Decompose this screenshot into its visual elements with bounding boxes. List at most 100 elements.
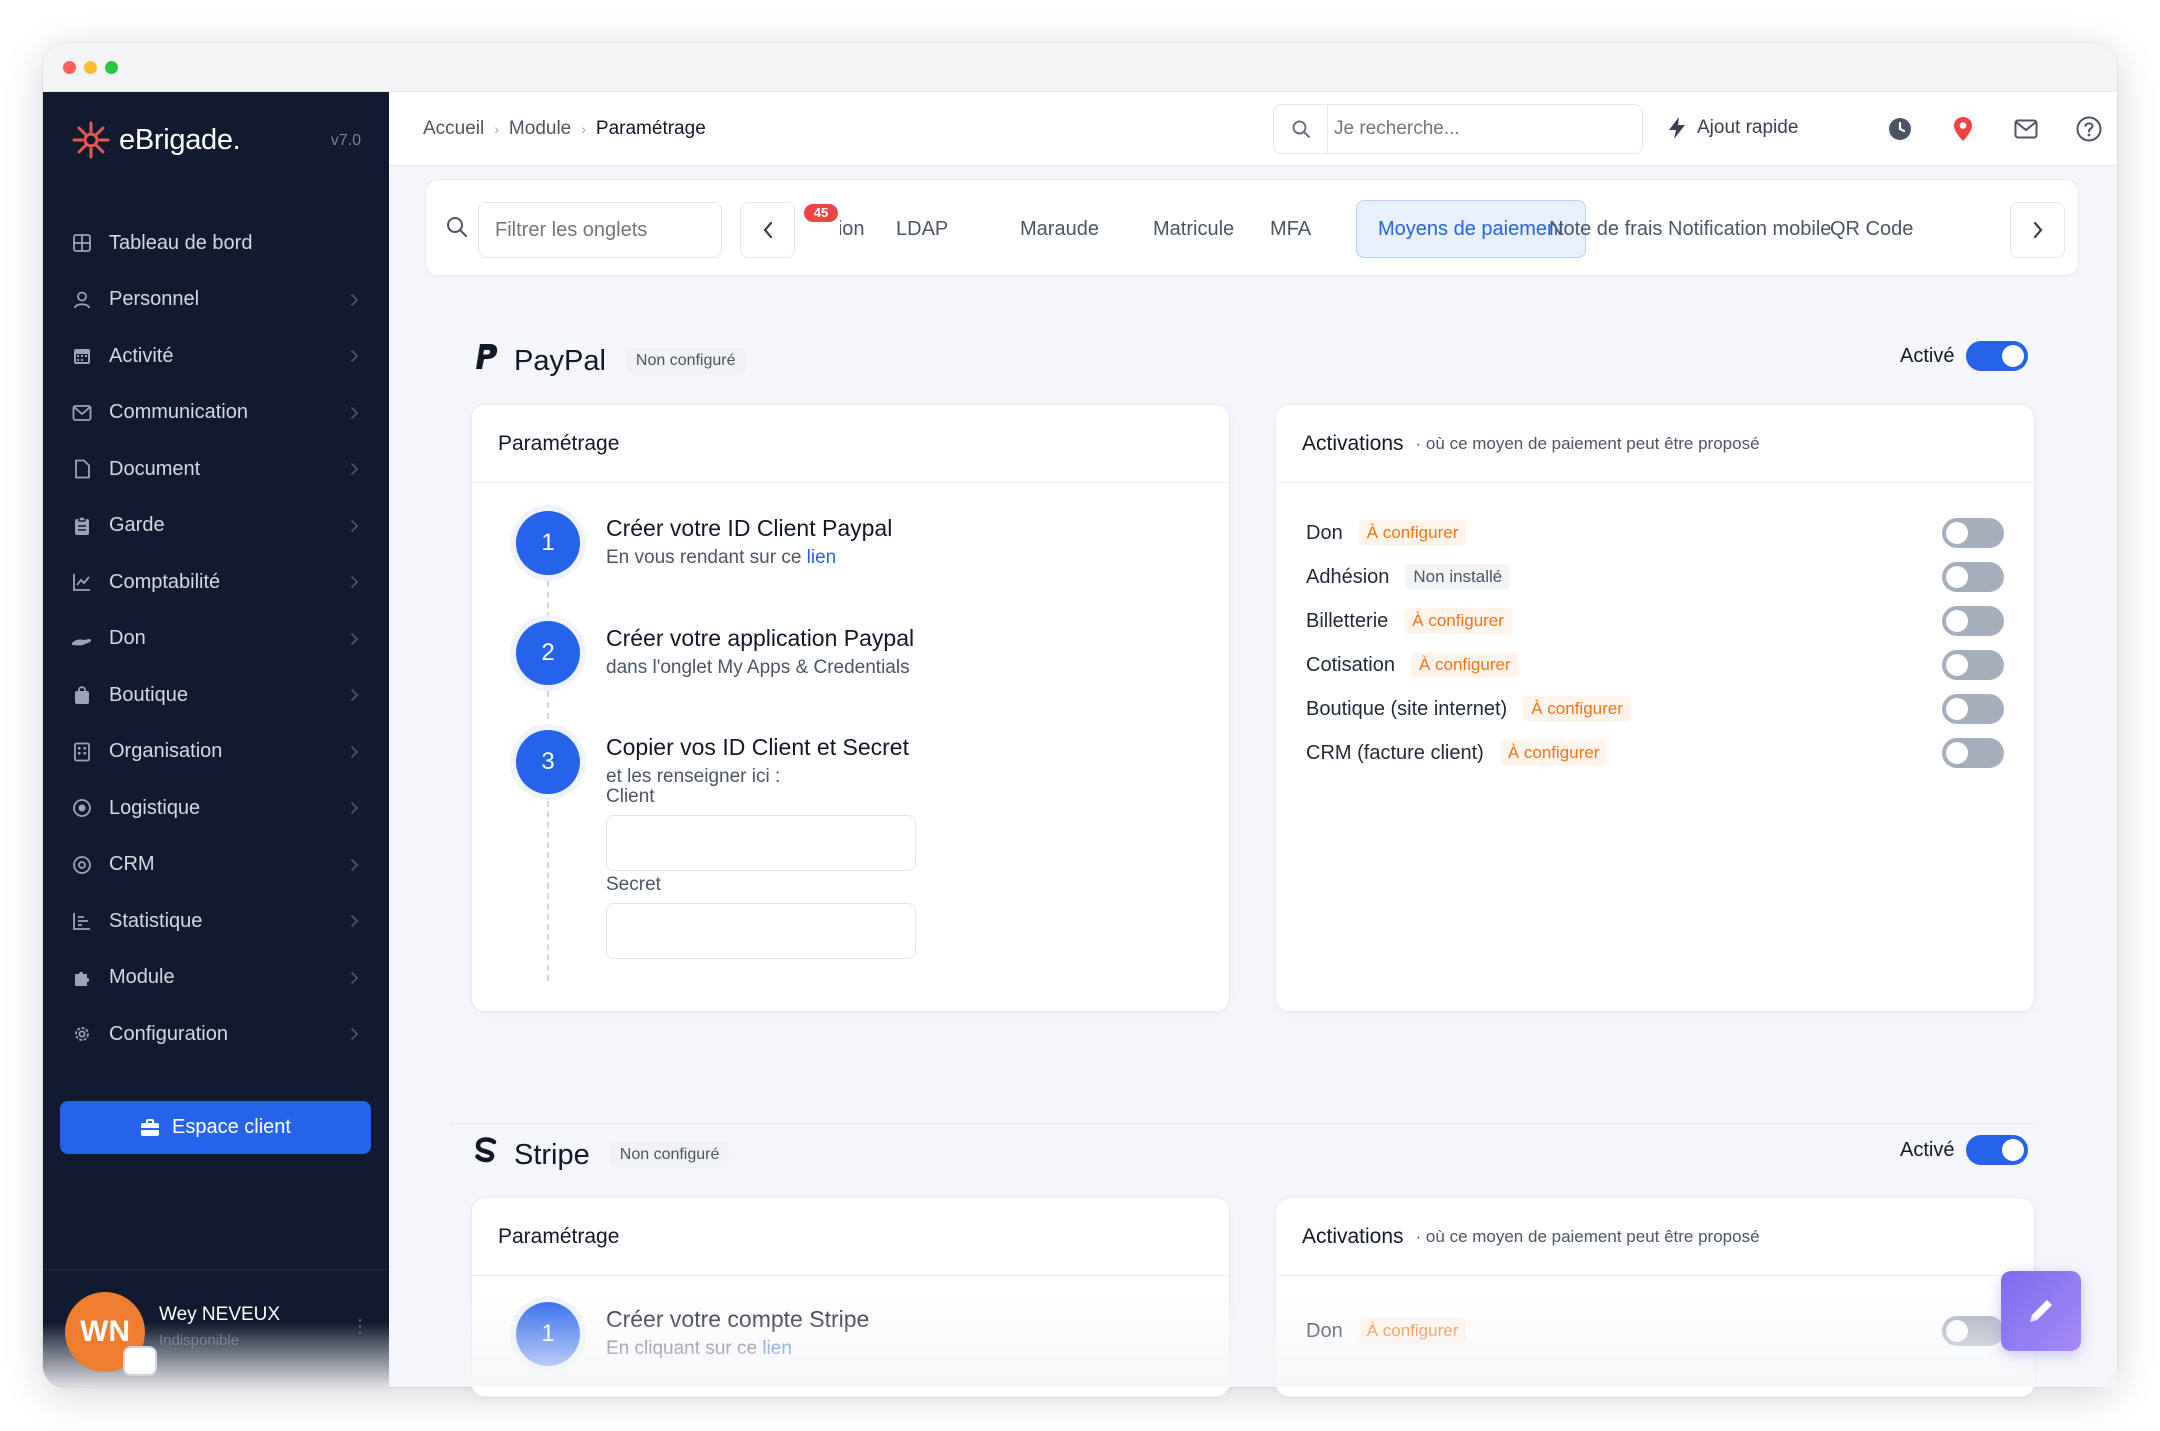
step-description: En cliquant sur ce lien [606, 1338, 792, 1359]
step-connector [547, 801, 549, 981]
quick-add-button[interactable]: Ajout rapide [1667, 116, 1798, 140]
sidebar-item-garde[interactable]: Garde [43, 498, 389, 555]
robot-icon [123, 1346, 157, 1376]
sidebar-item-communication[interactable]: Communication [43, 385, 389, 442]
sidebar-item-document[interactable]: Document [43, 441, 389, 498]
tab-qr-code[interactable]: QR Code [1830, 200, 1913, 258]
chevron-right-icon [350, 1024, 359, 1047]
global-search [1273, 104, 1643, 154]
chevron-right-icon [350, 290, 359, 313]
sidebar-item-boutique[interactable]: Boutique [43, 667, 389, 724]
sidebar-item-tableau-de-bord[interactable]: Tableau de bord [43, 215, 389, 272]
step-number: 1 [516, 1302, 580, 1366]
paypal-settings-header: Paramétrage [472, 405, 1229, 483]
sidebar-item-crm[interactable]: CRM [43, 837, 389, 894]
step-number: 2 [516, 621, 580, 685]
quick-add-label: Ajout rapide [1697, 117, 1799, 138]
sidebar-item-configuration[interactable]: Configuration [43, 1006, 389, 1063]
chevron-right-icon [350, 459, 359, 482]
ebrigade-logo-icon [72, 121, 110, 159]
activation-toggle[interactable] [1942, 606, 2004, 636]
client-secret-input[interactable] [606, 903, 916, 959]
client-label: Client [606, 786, 655, 807]
paypal-enabled-toggle[interactable] [1966, 341, 2029, 371]
stripe-settings-card: Paramétrage 1 Créer votre compte Stripe … [471, 1197, 1230, 1397]
activation-toggle[interactable] [1942, 1316, 2004, 1346]
sidebar-item-activite[interactable]: Activité [43, 328, 389, 385]
search-input[interactable] [1334, 115, 1624, 143]
activation-badge: Non installé [1405, 564, 1511, 590]
gear-icon [71, 1023, 93, 1045]
kebab-menu-icon[interactable]: ⋮ [351, 1316, 369, 1337]
tab-integration[interactable]: Intégration [840, 200, 865, 258]
tabs-scroll-right-button[interactable] [2010, 202, 2065, 258]
activation-toggle[interactable] [1942, 694, 2004, 724]
lightning-icon [1669, 117, 1685, 139]
version-label: v7.0 [330, 132, 361, 149]
activation-label: Don [1306, 521, 1343, 544]
sidebar-item-organisation[interactable]: Organisation [43, 724, 389, 781]
client-id-input[interactable] [606, 815, 916, 871]
chevron-right-icon [350, 572, 359, 595]
sidebar-item-label: Communication [109, 401, 248, 424]
breadcrumb-accueil[interactable]: Accueil [423, 118, 484, 140]
sidebar-item-logistique[interactable]: Logistique [43, 780, 389, 837]
sidebar-item-don[interactable]: Don [43, 611, 389, 668]
breadcrumb-module[interactable]: Module [509, 118, 571, 140]
sidebar-item-label: Module [109, 966, 175, 989]
sidebar-item-label: Document [109, 457, 201, 480]
sidebar-item-comptabilite[interactable]: Comptabilité [43, 554, 389, 611]
edit-fab-button[interactable] [2001, 1271, 2081, 1351]
tab-mfa[interactable]: MFA [1270, 200, 1311, 258]
activation-badge: À configurer [1499, 740, 1608, 766]
help-icon[interactable] [2074, 114, 2104, 144]
tab-note-de-frais[interactable]: Note de frais [1549, 200, 1662, 258]
logo[interactable]: eBrigade. [71, 118, 241, 162]
building-icon [71, 741, 93, 763]
activation-row-don: Don À configurer [1306, 513, 2004, 553]
activation-badge: À configurer [1404, 608, 1512, 634]
activation-toggle[interactable] [1942, 562, 2004, 592]
sidebar-item-personnel[interactable]: Personnel [43, 272, 389, 329]
user-panel[interactable]: WN Wey NEVEUX Indisponible ⋮ [43, 1269, 389, 1387]
maximize-window-button[interactable] [105, 61, 118, 74]
title-bar [43, 43, 2117, 92]
activation-badge: À configurer [1358, 1318, 1467, 1344]
espace-client-button[interactable]: Espace client [60, 1101, 371, 1154]
step-number: 1 [516, 511, 580, 575]
activation-toggle[interactable] [1942, 738, 2004, 768]
sidebar-item-statistique[interactable]: Statistique [43, 893, 389, 950]
tab-filter-input[interactable] [478, 202, 722, 258]
history-clock-icon[interactable] [1885, 114, 1915, 144]
sidebar-item-label: Tableau de bord [109, 231, 253, 254]
close-window-button[interactable] [63, 61, 76, 74]
stripe-section-header: Stripe Non configuré [474, 1135, 730, 1175]
activation-toggle[interactable] [1942, 650, 2004, 680]
step-number: 3 [516, 730, 580, 794]
tab-notification-mobile[interactable]: Notification mobile [1668, 200, 1831, 258]
step-title: Créer votre ID Client Paypal [606, 515, 893, 541]
stripe-account-link[interactable]: lien [762, 1338, 792, 1359]
stripe-title: Stripe [514, 1138, 590, 1171]
paypal-settings-card: Paramétrage 1 Créer votre ID Client Payp… [471, 404, 1230, 1012]
mail-icon[interactable] [2011, 114, 2041, 144]
stripe-enabled-toggle[interactable] [1966, 1135, 2029, 1165]
minimize-window-button[interactable] [84, 61, 97, 74]
sidebar-item-module[interactable]: Module [43, 950, 389, 1007]
location-pin-icon[interactable] [1948, 114, 1978, 144]
tab-matricule[interactable]: Matricule [1153, 200, 1234, 258]
paypal-title: PayPal [514, 344, 606, 377]
step-title: Copier vos ID Client et Secret [606, 734, 909, 760]
paypal-client-link[interactable]: lien [807, 547, 837, 568]
top-header: Accueil › Module › Paramétrage Ajout rap… [389, 92, 2117, 166]
stripe-activation: Activé [1900, 1135, 2029, 1165]
chevron-right-icon [350, 968, 359, 991]
activations-title: Activations [1302, 431, 1404, 455]
step-description: et les renseigner ici : [606, 766, 781, 787]
tab-ldap[interactable]: LDAP [896, 200, 948, 258]
tabs-scroll-left-button[interactable] [740, 202, 795, 258]
sidebar-nav: Tableau de bord Personnel Activité Communic… [43, 215, 389, 1063]
tab-maraude[interactable]: Maraude [1020, 200, 1099, 258]
activation-toggle[interactable] [1942, 518, 2004, 548]
paypal-activations-card: Activations · où ce moyen de paiement pe… [1275, 404, 2035, 1012]
